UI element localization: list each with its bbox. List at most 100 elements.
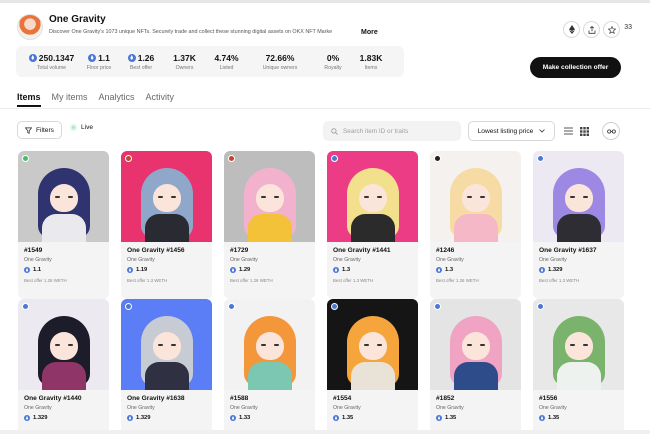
stat-label: Listed (219, 64, 234, 71)
list-view-icon[interactable] (563, 127, 573, 135)
character-outfit (144, 362, 189, 390)
eth-icon (230, 267, 236, 273)
collection-description: Discover One Gravity's 1073 unique NFTs.… (49, 29, 333, 35)
nft-price-value: 1.29 (239, 267, 251, 273)
nft-best-offer: Best offer 1.26 WETH (24, 278, 67, 283)
search-input[interactable] (343, 127, 453, 135)
ethereum-chain-icon[interactable] (563, 21, 580, 38)
character-illustration (34, 310, 94, 390)
nft-card[interactable]: #1549 One Gravity 1.1 Best offer 1.26 WE… (18, 151, 109, 299)
make-collection-offer-button[interactable]: Make collection offer (530, 57, 621, 78)
live-toggle[interactable]: Live (70, 124, 93, 131)
nft-card[interactable]: #1556 One Gravity 1.35 (533, 299, 624, 434)
character-face (461, 332, 490, 360)
chain-badge-icon (537, 155, 544, 162)
nft-name: One Gravity #1456 (127, 247, 185, 254)
nft-card[interactable]: #1852 One Gravity 1.35 (430, 299, 521, 434)
chevron-down-icon (539, 129, 546, 133)
stat-label: Unique owners (262, 64, 298, 71)
nft-price-value: 1.33 (239, 415, 251, 421)
eth-icon (127, 415, 133, 421)
nft-card[interactable]: One Gravity #1638 One Gravity 1.329 (121, 299, 212, 434)
character-illustration (549, 162, 609, 242)
nft-best-offer: Best offer 1.26 WETH (230, 278, 273, 283)
filters-button[interactable]: Filters (17, 121, 62, 139)
nft-image[interactable] (533, 151, 624, 242)
nft-card[interactable]: #1729 One Gravity 1.29 Best offer 1.26 W… (224, 151, 315, 299)
nft-image[interactable] (224, 151, 315, 242)
character-eye (466, 344, 472, 346)
nft-image[interactable] (121, 151, 212, 242)
grid-view-icon[interactable] (579, 126, 589, 136)
bottom-bar (0, 430, 650, 434)
character-face (49, 184, 78, 212)
stat-value: 4.74% (214, 52, 239, 63)
search-box[interactable] (323, 121, 461, 141)
character-eye (54, 344, 60, 346)
character-face (358, 184, 387, 212)
nft-card[interactable]: One Gravity #1637 One Gravity 1.329 Best… (533, 151, 624, 299)
sort-dropdown[interactable]: Lowest listing price (468, 121, 555, 141)
character-eye (54, 196, 60, 198)
character-outfit (453, 214, 498, 242)
nft-image[interactable] (224, 299, 315, 390)
nft-card[interactable]: One Gravity #1456 One Gravity 1.19 Best … (121, 151, 212, 299)
tab-analytics[interactable]: Analytics (99, 92, 135, 107)
chain-badge-icon (434, 155, 441, 162)
collection-stats: 250.1347 Total volume 1.1 Floor price 1.… (16, 46, 404, 77)
nft-card[interactable]: #1554 One Gravity 1.35 (327, 299, 418, 434)
nft-price-value: 1.35 (342, 415, 354, 421)
nft-price-value: 1.329 (33, 415, 48, 421)
share-icon[interactable] (583, 21, 600, 38)
sweep-icon[interactable] (602, 122, 620, 140)
character-eye (376, 196, 382, 198)
nft-collection: One Gravity (127, 405, 155, 411)
character-outfit (350, 214, 395, 242)
character-eye (157, 196, 163, 198)
view-toggle (560, 121, 592, 141)
eth-icon (539, 415, 545, 421)
nft-image[interactable] (327, 151, 418, 242)
character-eye (273, 196, 279, 198)
nft-image[interactable] (18, 151, 109, 242)
chain-badge-icon (434, 303, 441, 310)
favorites-count: 33 (624, 24, 632, 31)
nft-image[interactable] (18, 299, 109, 390)
nft-collection: One Gravity (127, 257, 155, 263)
character-eye (260, 196, 266, 198)
nft-card[interactable]: One Gravity #1440 One Gravity 1.329 (18, 299, 109, 434)
nft-image[interactable] (327, 299, 418, 390)
top-divider (0, 0, 650, 3)
character-eye (67, 196, 73, 198)
stat-floor-price: 1.1 Floor price (77, 53, 121, 71)
tab-items[interactable]: Items (17, 92, 41, 107)
character-face (461, 184, 490, 212)
eth-icon (24, 415, 30, 421)
character-illustration (137, 162, 197, 242)
eth-icon (333, 415, 339, 421)
character-illustration (240, 162, 300, 242)
nft-image[interactable] (430, 151, 521, 242)
character-illustration (34, 162, 94, 242)
character-illustration (343, 310, 403, 390)
nft-card[interactable]: #1588 One Gravity 1.33 (224, 299, 315, 434)
tab-my-items[interactable]: My items (52, 92, 88, 107)
nft-card[interactable]: #1246 One Gravity 1.3 Best offer 1.26 WE… (430, 151, 521, 299)
chain-badge-icon (228, 155, 235, 162)
more-link[interactable]: More (361, 29, 378, 36)
chain-badge-icon (22, 303, 29, 310)
nft-image[interactable] (121, 299, 212, 390)
nft-card[interactable]: One Gravity #1441 One Gravity 1.3 Best o… (327, 151, 418, 299)
character-outfit (453, 362, 498, 390)
nft-image[interactable] (430, 299, 521, 390)
nft-name: One Gravity #1441 (333, 247, 391, 254)
nft-name: #1729 (230, 247, 249, 254)
character-eye (260, 344, 266, 346)
nft-price-value: 1.35 (445, 415, 457, 421)
character-face (255, 332, 284, 360)
favorite-star-icon[interactable] (603, 21, 620, 38)
character-eye (569, 344, 575, 346)
character-eye (466, 196, 472, 198)
tab-activity[interactable]: Activity (146, 92, 175, 107)
nft-image[interactable] (533, 299, 624, 390)
